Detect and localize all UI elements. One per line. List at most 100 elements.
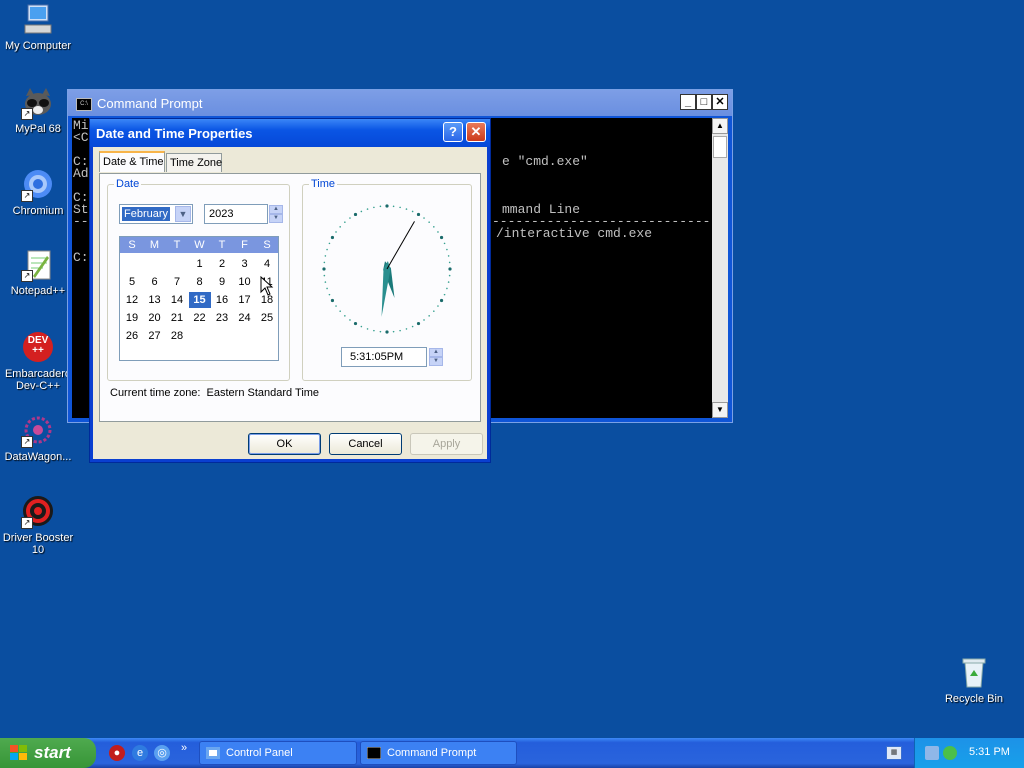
clock-tick xyxy=(447,281,450,283)
calendar-day[interactable]: 23 xyxy=(211,310,233,326)
calendar-day[interactable]: 9 xyxy=(211,274,233,290)
calendar-day[interactable]: 1 xyxy=(189,256,211,272)
calendar-day[interactable]: 28 xyxy=(166,328,188,344)
spin-down-icon[interactable]: ▼ xyxy=(269,214,283,223)
desktop-icon-mypal[interactable]: ↗ MyPal 68 xyxy=(0,86,76,135)
clock-second-hand xyxy=(386,221,415,270)
desktop-icon-chromium[interactable]: ↗ Chromium xyxy=(0,168,76,217)
desktop-icon-driver-booster[interactable]: ↗ Driver Booster 10 xyxy=(0,495,76,556)
clock-tick xyxy=(416,212,421,217)
time-input[interactable]: 5:31:05PM xyxy=(341,347,427,367)
clock-tick xyxy=(360,325,363,328)
clock-tick xyxy=(344,315,346,317)
tray-update-icon[interactable] xyxy=(943,746,957,760)
quicklaunch-driver-booster-icon[interactable]: ● xyxy=(109,745,125,761)
keyboard-language-icon[interactable]: ▦ xyxy=(886,746,902,760)
maximize-button[interactable]: □ xyxy=(696,94,712,110)
desktop-icon-my-computer[interactable]: My Computer xyxy=(0,3,76,52)
calendar-day[interactable]: 14 xyxy=(166,292,188,308)
calendar-day[interactable]: 12 xyxy=(121,292,143,308)
scroll-down-button[interactable]: ▼ xyxy=(712,402,728,418)
calendar-day[interactable]: 21 xyxy=(166,310,188,326)
desktop-icon-datawagon[interactable]: ↗ DataWagon... xyxy=(0,414,76,463)
calendar-day[interactable]: 6 xyxy=(144,274,166,290)
minimize-button[interactable]: _ xyxy=(680,94,696,110)
desktop-icon-devcpp[interactable]: DEV ++ Embarcadero Dev-C++ xyxy=(0,331,76,392)
shortcut-arrow-icon: ↗ xyxy=(21,190,33,202)
spin-up-icon[interactable]: ▲ xyxy=(429,348,443,357)
scroll-up-button[interactable]: ▲ xyxy=(712,118,728,134)
desktop-icon-notepadpp[interactable]: ↗ Notepad++ xyxy=(0,248,76,297)
shortcut-arrow-icon: ↗ xyxy=(21,436,33,448)
calendar-day[interactable]: 20 xyxy=(144,310,166,326)
tray-network-icon[interactable] xyxy=(925,746,939,760)
current-time-zone: Current time zone: Eastern Standard Time xyxy=(110,387,319,399)
clock-tick xyxy=(330,235,335,240)
shortcut-arrow-icon: ↗ xyxy=(21,270,33,282)
calendar-day[interactable]: 4 xyxy=(256,256,278,272)
spin-down-icon[interactable]: ▼ xyxy=(429,357,443,366)
calendar-day[interactable]: 2 xyxy=(211,256,233,272)
month-calendar[interactable]: SMTWTFS 12345678910111213141516171819202… xyxy=(119,236,279,361)
command-prompt-title: Command Prompt xyxy=(97,96,203,111)
driver-booster-icon: ↗ xyxy=(21,495,55,529)
clock-tick xyxy=(324,255,327,257)
clock-tick xyxy=(385,330,389,334)
clock-tick xyxy=(392,205,395,208)
clock-tick xyxy=(433,310,435,312)
cancel-button[interactable]: Cancel xyxy=(329,433,402,455)
clock-tick xyxy=(448,267,452,271)
tab-time-zone[interactable]: Time Zone xyxy=(166,153,222,172)
calendar-day[interactable]: 8 xyxy=(189,274,211,290)
calendar-day[interactable]: 16 xyxy=(211,292,233,308)
spin-up-icon[interactable]: ▲ xyxy=(269,205,283,214)
calendar-day[interactable]: 19 xyxy=(121,310,143,326)
calendar-day[interactable]: 24 xyxy=(234,310,256,326)
close-button[interactable]: ✕ xyxy=(712,94,728,110)
calendar-day[interactable]: 26 xyxy=(121,328,143,344)
date-time-properties-dialog[interactable]: Date and Time Properties ? ✕ Date & Time… xyxy=(89,118,491,463)
clock-tick xyxy=(447,255,450,257)
console-scrollbar[interactable]: ▲ ▼ xyxy=(712,118,728,418)
command-prompt-titlebar[interactable]: C:\ Command Prompt _ □ ✕ xyxy=(68,90,732,116)
year-spinner[interactable]: 2023 xyxy=(204,204,268,224)
quicklaunch-browser-icon[interactable]: ◎ xyxy=(154,745,170,761)
taskbar-button-label: Command Prompt xyxy=(387,747,477,759)
desktop-icon-recycle-bin[interactable]: Recycle Bin xyxy=(936,656,1012,705)
chevron-down-icon[interactable]: ▼ xyxy=(175,206,191,222)
calendar-day[interactable]: 13 xyxy=(144,292,166,308)
scroll-thumb[interactable] xyxy=(713,136,727,158)
calendar-day[interactable]: 25 xyxy=(256,310,278,326)
quicklaunch-expand-icon[interactable]: » xyxy=(181,742,187,754)
ok-button[interactable]: OK xyxy=(248,433,321,455)
desktop-icon-label: Chromium xyxy=(12,205,64,217)
clock-tick xyxy=(326,287,328,290)
calendar-day[interactable]: 7 xyxy=(166,274,188,290)
calendar-day[interactable]: 5 xyxy=(121,274,143,290)
taskbar-button-command-prompt[interactable]: Command Prompt xyxy=(360,741,517,765)
quicklaunch-ie-icon[interactable]: e xyxy=(132,745,148,761)
help-button[interactable]: ? xyxy=(443,122,463,142)
calendar-day[interactable]: 22 xyxy=(189,310,211,326)
dialog-close-button[interactable]: ✕ xyxy=(466,122,486,142)
time-zone-prefix: Current time zone: xyxy=(110,387,201,399)
tray-clock[interactable]: 5:31 PM xyxy=(969,746,1010,758)
start-button[interactable]: start xyxy=(0,738,96,768)
month-select[interactable]: February ▼ xyxy=(119,204,193,224)
calendar-day[interactable]: 15 xyxy=(188,292,211,308)
clock-tick xyxy=(360,210,363,213)
calendar-day[interactable]: 3 xyxy=(234,256,256,272)
console-line: C: xyxy=(73,250,89,265)
dialog-titlebar[interactable]: Date and Time Properties ? ✕ xyxy=(90,119,490,147)
weekday-label: T xyxy=(173,239,181,251)
taskbar-button-control-panel[interactable]: Control Panel xyxy=(199,741,357,765)
clock-tick xyxy=(366,328,369,330)
clock-tick xyxy=(399,206,401,209)
clock-tick xyxy=(344,221,346,223)
tab-date-time[interactable]: Date & Time xyxy=(99,151,165,172)
cmd-icon: C:\ xyxy=(76,98,92,111)
console-line: e "cmd.exe" xyxy=(502,154,588,169)
calendar-day[interactable]: 10 xyxy=(234,274,256,290)
calendar-day[interactable]: 17 xyxy=(234,292,256,308)
calendar-day[interactable]: 27 xyxy=(144,328,166,344)
